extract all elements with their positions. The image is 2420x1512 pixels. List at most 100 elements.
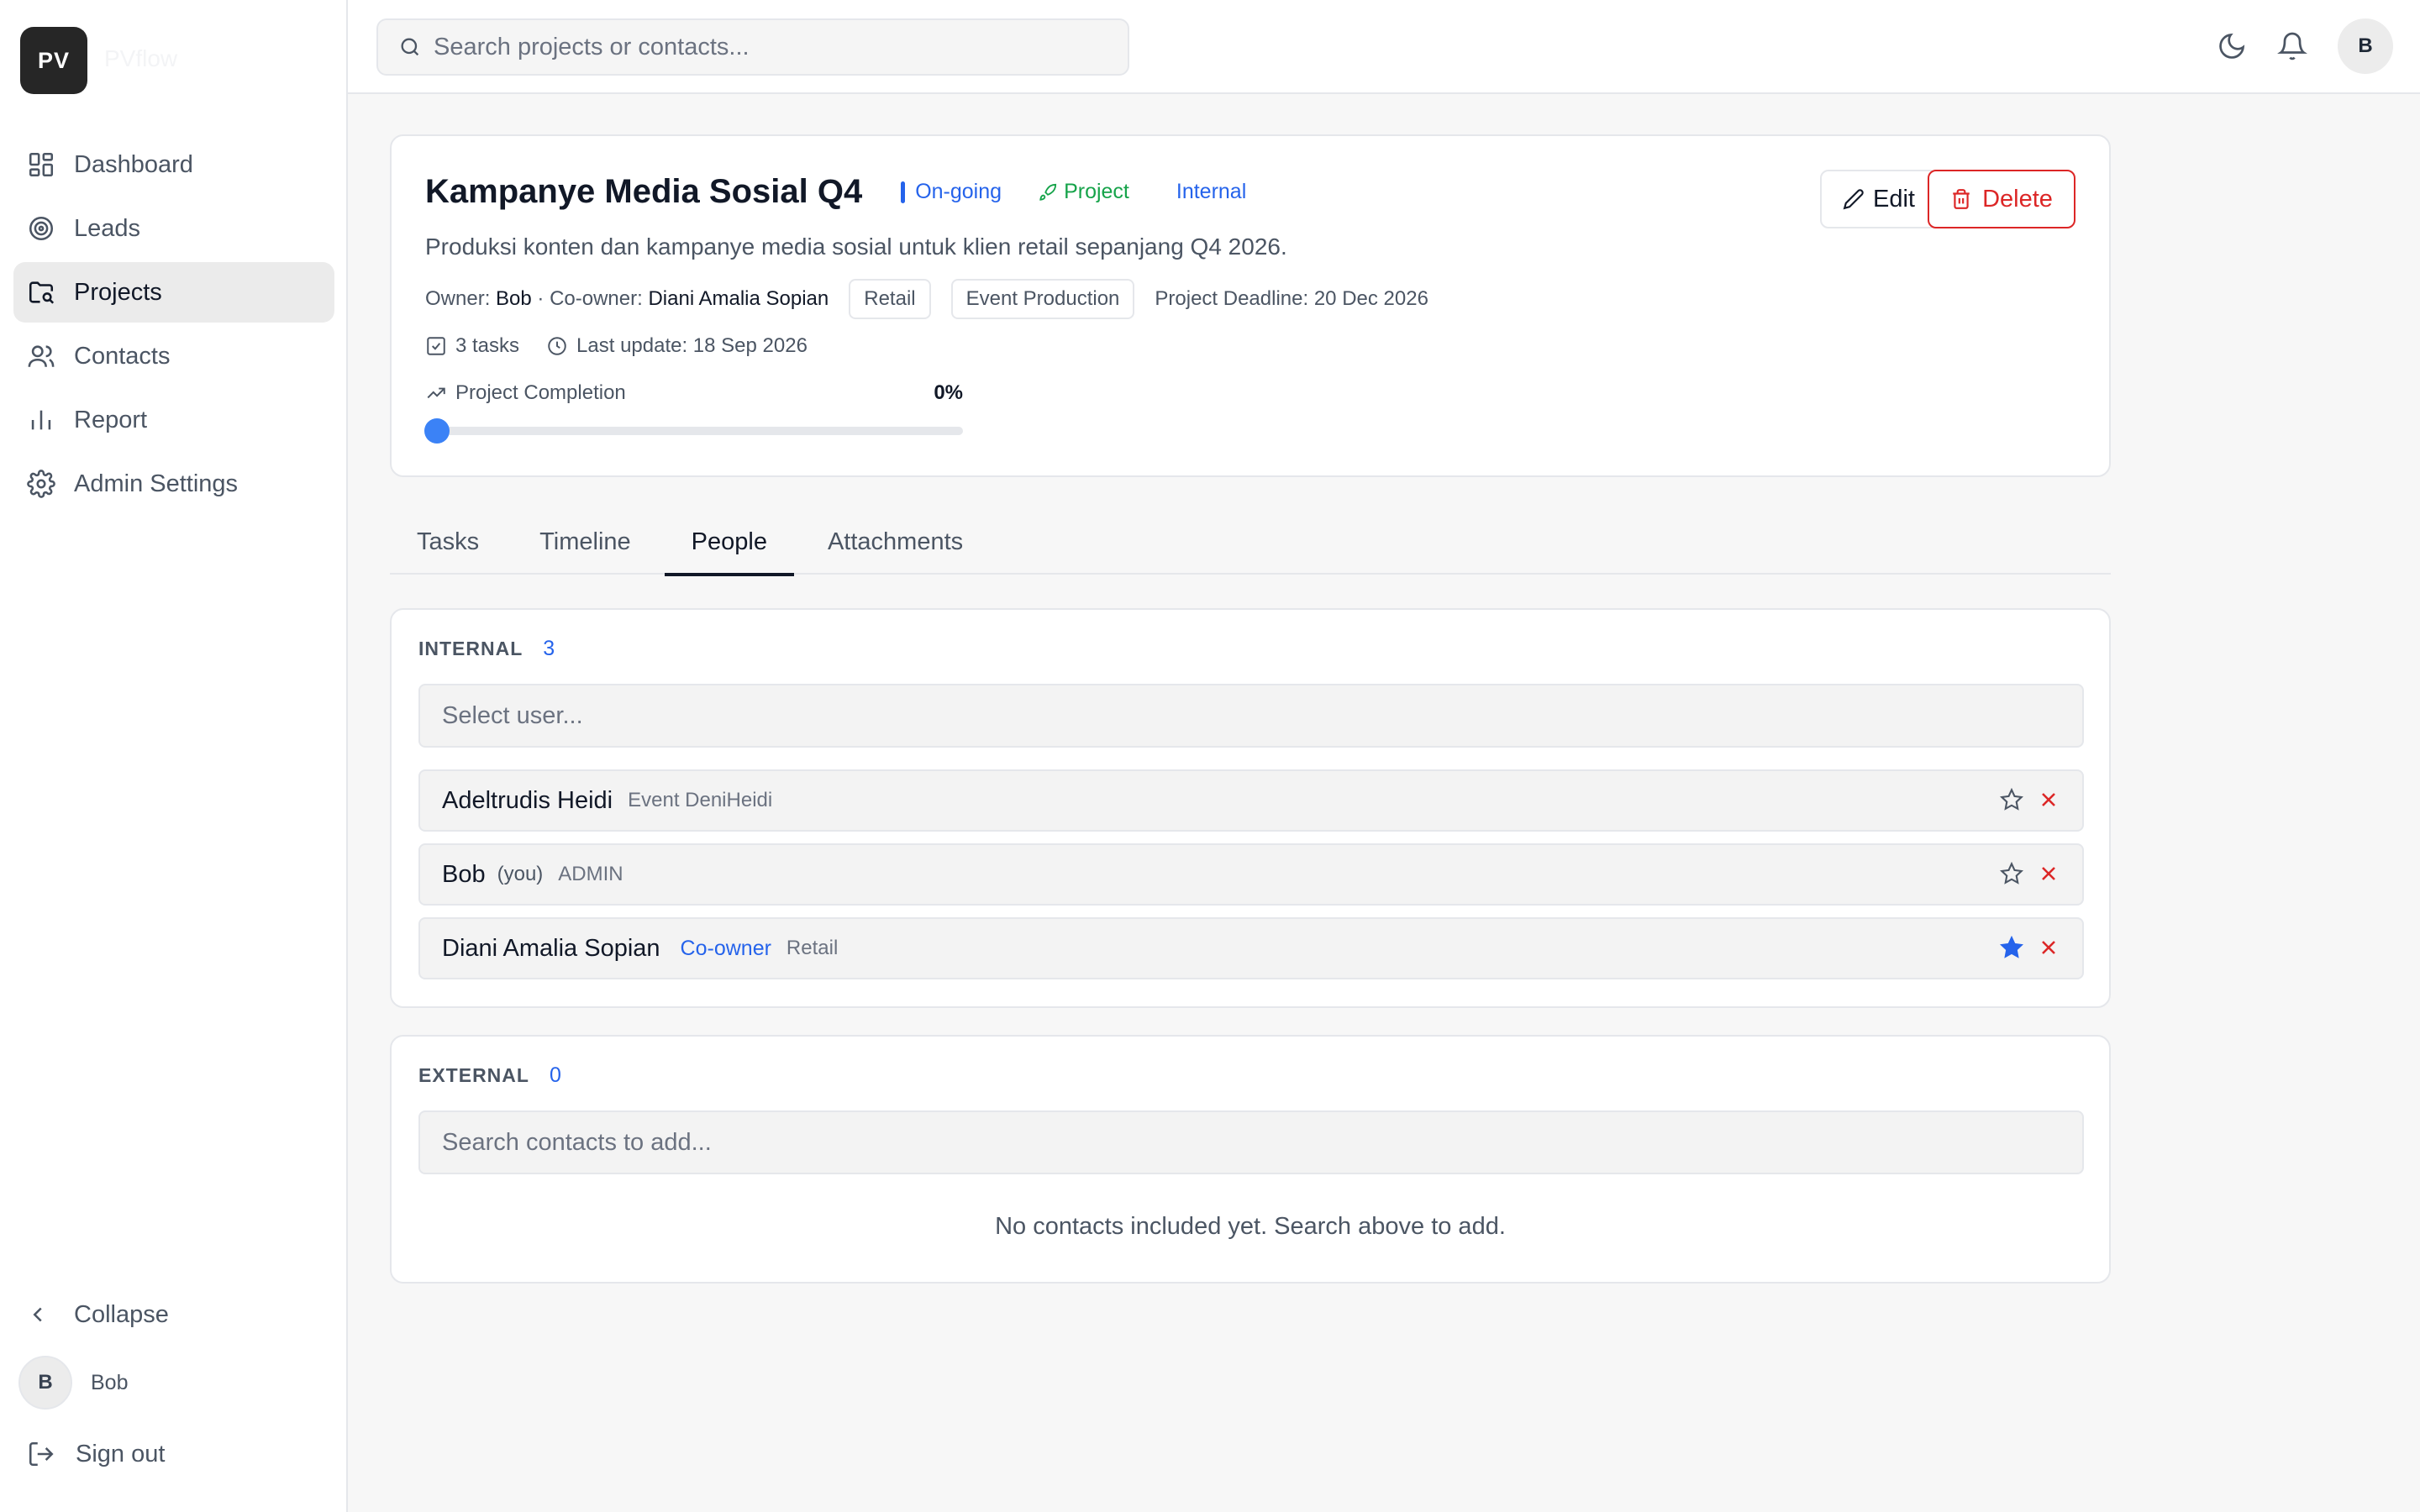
sidebar-item-label: Report bbox=[74, 406, 148, 433]
tab-people[interactable]: People bbox=[664, 509, 795, 576]
sidebar-item-label: Dashboard bbox=[74, 150, 193, 178]
coowner-badge: Co-owner bbox=[680, 936, 771, 960]
search-input[interactable] bbox=[434, 33, 1106, 61]
last-update: Last update: 18 Sep 2026 bbox=[576, 334, 808, 357]
sidebar-item-label: Projects bbox=[74, 278, 162, 306]
person-actions bbox=[2000, 936, 2060, 959]
project-header-card: Kampanye Media Sosial Q4 On-going Projec… bbox=[390, 134, 2111, 477]
sidebar-item-label: Leads bbox=[74, 214, 141, 242]
completion-label-wrap: Project Completion bbox=[425, 381, 626, 405]
internal-people-card: INTERNAL 3 Adeltrudis Heidi Event DeniHe… bbox=[390, 608, 2111, 1008]
project-description: Produksi konten dan kampanye media sosia… bbox=[425, 234, 1287, 260]
close-icon[interactable] bbox=[2037, 936, 2060, 959]
close-icon[interactable] bbox=[2037, 788, 2060, 811]
top-bar: B bbox=[348, 0, 2420, 94]
edit-label: Edit bbox=[1873, 185, 1915, 213]
top-actions: B bbox=[2217, 18, 2393, 74]
owner-name: Bob bbox=[496, 287, 532, 310]
sidebar-item-leads[interactable]: Leads bbox=[13, 198, 334, 259]
coowner-name: Diani Amalia Sopian bbox=[648, 287, 829, 310]
list-item: Adeltrudis Heidi Event DeniHeidi bbox=[418, 769, 2084, 832]
gear-icon bbox=[27, 470, 55, 498]
project-tabs: Tasks Timeline People Attachments bbox=[390, 509, 2111, 576]
section-count: 0 bbox=[549, 1063, 561, 1087]
person-name: Bob bbox=[442, 860, 486, 888]
users-icon bbox=[28, 345, 55, 367]
person-actions bbox=[2000, 788, 2060, 811]
empty-state-message: No contacts included yet. Search above t… bbox=[995, 1213, 1506, 1240]
target-icon bbox=[29, 216, 54, 241]
avatar: B bbox=[18, 1356, 72, 1410]
internal-section-header: INTERNAL 3 bbox=[418, 637, 555, 661]
type-label: Project bbox=[1064, 180, 1129, 203]
rocket-icon bbox=[1039, 183, 1057, 201]
sidebar-item-admin-settings[interactable]: Admin Settings bbox=[13, 454, 334, 514]
delete-label: Delete bbox=[1982, 185, 2053, 213]
section-title: EXTERNAL bbox=[418, 1064, 529, 1086]
project-title: Kampanye Media Sosial Q4 bbox=[425, 173, 863, 210]
tab-attachments[interactable]: Attachments bbox=[801, 509, 990, 575]
owner-label: Owner: bbox=[425, 287, 491, 310]
external-section-header: EXTERNAL 0 bbox=[418, 1063, 561, 1088]
tag-chip: Event Production bbox=[950, 279, 1135, 319]
section-count: 3 bbox=[543, 637, 555, 660]
person-name: Adeltrudis Heidi bbox=[442, 786, 613, 814]
tasks-count: 3 tasks bbox=[455, 334, 520, 357]
delete-button[interactable]: Delete bbox=[1928, 170, 2075, 228]
avatar[interactable]: B bbox=[2338, 18, 2393, 74]
clock-icon bbox=[548, 337, 566, 355]
status-badge: On-going bbox=[901, 180, 1002, 204]
external-people-card: EXTERNAL 0 No contacts included yet. Sea… bbox=[390, 1035, 2111, 1284]
chevron-left-icon bbox=[33, 1307, 42, 1322]
coowner-label: · Co-owner: bbox=[537, 287, 643, 310]
close-icon[interactable] bbox=[2037, 862, 2060, 885]
sign-out-button[interactable]: Sign out bbox=[27, 1433, 165, 1475]
trash-icon bbox=[1953, 189, 1970, 209]
checkbox-icon bbox=[427, 337, 445, 355]
brand-logo[interactable]: PV bbox=[20, 27, 87, 94]
user-name: Bob bbox=[91, 1370, 129, 1394]
star-filled-icon[interactable] bbox=[2000, 936, 2023, 959]
collapse-button[interactable]: Collapse bbox=[25, 1294, 169, 1336]
visibility-badge: Internal bbox=[1176, 180, 1247, 203]
star-icon[interactable] bbox=[2000, 862, 2023, 885]
search-contacts-input[interactable] bbox=[418, 1110, 2084, 1174]
project-submeta: 3 tasks Last update: 18 Sep 2026 bbox=[425, 334, 808, 358]
project-title-row: Kampanye Media Sosial Q4 On-going Projec… bbox=[425, 173, 1246, 211]
completion-label: Project Completion bbox=[455, 381, 626, 404]
sidebar-item-label: Admin Settings bbox=[74, 470, 239, 497]
tab-timeline[interactable]: Timeline bbox=[513, 509, 658, 575]
sidebar-item-contacts[interactable]: Contacts bbox=[13, 326, 334, 386]
bar-chart-icon bbox=[31, 410, 51, 430]
completion-slider-thumb[interactable] bbox=[424, 418, 450, 444]
completion-header: Project Completion 0% bbox=[425, 381, 963, 405]
person-actions bbox=[2000, 862, 2060, 885]
sidebar-nav: Dashboard Leads Projects Contacts Report… bbox=[13, 134, 334, 517]
sidebar-item-label: Contacts bbox=[74, 342, 171, 370]
completion-percent: 0% bbox=[934, 381, 963, 404]
folder-icon bbox=[29, 281, 55, 304]
tag-chip: Retail bbox=[849, 279, 931, 319]
search-icon bbox=[401, 38, 419, 56]
select-user-input[interactable] bbox=[418, 684, 2084, 748]
star-icon[interactable] bbox=[2000, 788, 2023, 811]
trending-up-icon bbox=[427, 387, 445, 399]
bell-icon[interactable] bbox=[2277, 31, 2307, 61]
sidebar-item-dashboard[interactable]: Dashboard bbox=[13, 134, 334, 195]
sidebar-item-projects[interactable]: Projects bbox=[13, 262, 334, 323]
completion-slider[interactable] bbox=[424, 418, 963, 444]
sidebar-user[interactable]: B Bob bbox=[18, 1356, 128, 1410]
dashboard-icon bbox=[29, 152, 54, 177]
section-title: INTERNAL bbox=[418, 638, 523, 659]
person-role: Retail bbox=[786, 937, 839, 959]
edit-button[interactable]: Edit bbox=[1820, 170, 1938, 228]
type-badge: Project bbox=[1039, 180, 1129, 204]
sidebar-item-report[interactable]: Report bbox=[13, 390, 334, 450]
person-role: Event DeniHeidi bbox=[628, 789, 773, 811]
collapse-label: Collapse bbox=[74, 1300, 169, 1328]
moon-icon[interactable] bbox=[2217, 31, 2247, 61]
status-label: On-going bbox=[915, 180, 1002, 203]
tab-tasks[interactable]: Tasks bbox=[390, 509, 506, 575]
global-search[interactable] bbox=[376, 18, 1129, 76]
list-item: Bob (you) ADMIN bbox=[418, 843, 2084, 906]
